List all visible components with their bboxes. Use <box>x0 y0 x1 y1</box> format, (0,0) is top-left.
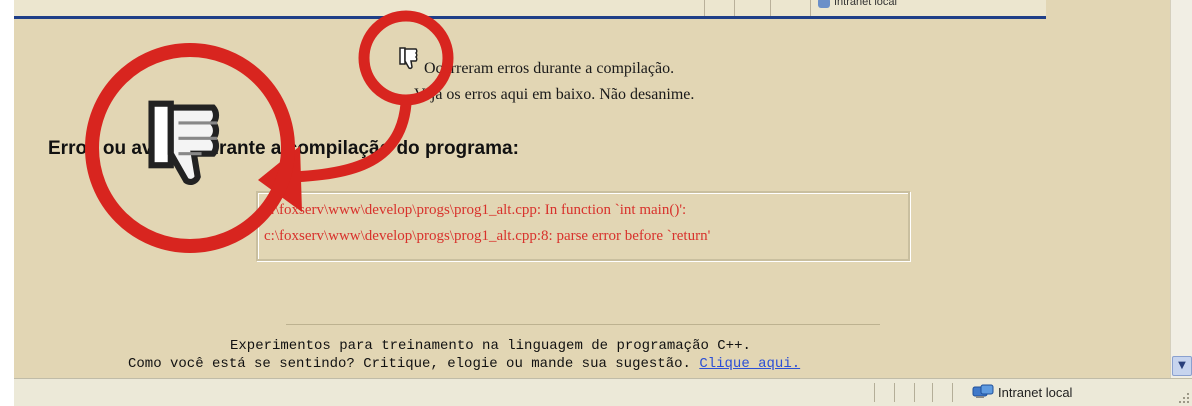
footer-caption: Experimentos para treinamento na linguag… <box>230 338 751 354</box>
error-output-box: c:\foxserv\www\develop\progs\prog1_alt.c… <box>256 191 910 261</box>
status-bar: Intranet local <box>14 378 1192 406</box>
vertical-scrollbar[interactable] <box>1170 0 1192 378</box>
status-zone-label: Intranet local <box>998 385 1073 400</box>
footer-feedback-text: Como você está se sentindo? Critique, el… <box>128 356 691 372</box>
inset-zone-label: Intranet local <box>834 0 897 8</box>
compile-error-hint: Veja os erros aqui em baixo. Não desanim… <box>414 86 695 103</box>
compile-error-message: Ocorreram erros durante a compilação. <box>424 60 675 77</box>
thumbs-down-icon <box>399 47 418 70</box>
intranet-zone-icon <box>972 384 994 398</box>
scroll-down-button[interactable]: ▼ <box>1172 356 1192 376</box>
error-line: c:\foxserv\www\develop\progs\prog1_alt.c… <box>264 228 711 244</box>
footer-divider <box>286 324 880 325</box>
resize-grip-icon[interactable] <box>1178 392 1190 404</box>
inset-zone-icon <box>818 0 830 8</box>
feedback-link[interactable]: Clique aqui. <box>699 356 800 372</box>
errors-heading: Erros ou avisos durante a compilação do … <box>48 138 519 159</box>
footer-feedback: Como você está se sentindo? Critique, el… <box>128 356 800 372</box>
thumbs-down-icon-magnified <box>148 100 220 185</box>
error-line: c:\foxserv\www\develop\progs\prog1_alt.c… <box>264 202 687 218</box>
inset-status-bar: Intranet local <box>14 0 1046 19</box>
